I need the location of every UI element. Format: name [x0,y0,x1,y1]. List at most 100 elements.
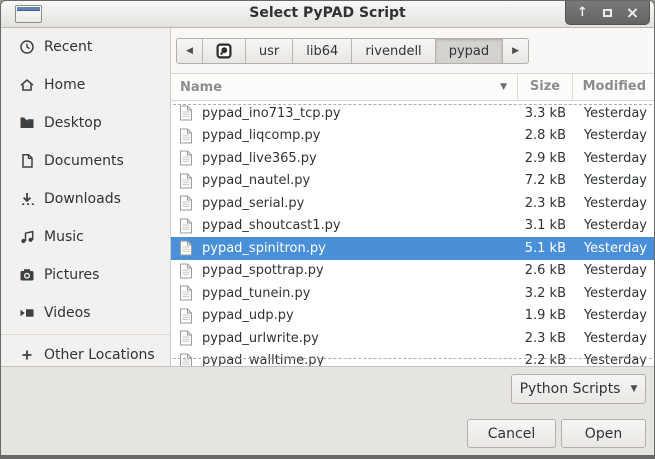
file-size: 1.9 kB [517,308,572,323]
file-size: 3.1 kB [517,218,572,233]
file-icon [179,285,193,301]
cancel-button[interactable]: Cancel [467,419,556,448]
column-header-modified[interactable]: Modified [572,74,654,100]
title-bar[interactable]: Select PyPAD Script ↑ × [1,1,654,28]
download-icon [19,191,36,208]
sidebar-item-other-locations[interactable]: Other Locations [1,336,170,366]
file-row[interactable]: pypad_spottrap.py2.6 kBYesterday [171,260,654,283]
file-row[interactable]: pypad_udp.py1.9 kBYesterday [171,305,654,328]
file-icon [179,128,193,144]
path-segment-filesystem[interactable] [203,39,246,63]
file-row[interactable]: pypad_shoutcast1.py3.1 kBYesterday [171,215,654,238]
file-modified: Yesterday [572,286,654,301]
path-segment-lib64[interactable]: lib64 [293,39,352,63]
path-segment-rivendell[interactable]: rivendell [352,39,435,63]
sidebar-item-home[interactable]: Home [1,66,170,104]
sidebar-item-pictures[interactable]: Pictures [1,256,170,294]
sidebar-item-music[interactable]: Music [1,218,170,256]
file-name-cell: pypad_serial.py [171,195,517,211]
file-name: pypad_live365.py [202,151,317,166]
column-header-name[interactable]: Name ▼ [171,80,517,95]
sidebar-item-label: Pictures [44,267,99,283]
path-segment-label: pypad [449,44,489,59]
file-row[interactable]: pypad_nautel.py 7.2 kBYesterday [171,170,654,193]
file-filter-label: Python Scripts [520,381,621,397]
file-name-cell: pypad_shoutcast1.py [171,218,517,234]
sidebar-separator [1,334,170,335]
sidebar-item-label: Desktop [44,115,102,131]
close-icon: × [626,3,639,22]
open-button[interactable]: Open [561,419,646,448]
path-segment-pypad[interactable]: pypad [436,39,503,63]
sidebar-item-desktop[interactable]: Desktop [1,104,170,142]
file-modified: Yesterday [572,106,654,121]
file-name-cell: pypad_tunein.py [171,285,517,301]
action-area: Python Scripts ▼ Cancel Open [1,366,654,455]
file-row[interactable]: pypad_serial.py 2.3 kBYesterday [171,192,654,215]
file-modified: Yesterday [572,331,654,346]
sidebar-item-documents[interactable]: Documents [1,142,170,180]
file-name: pypad_walltime.py [202,353,324,366]
file-icon [179,330,193,346]
other-locations-icon [19,347,36,364]
file-name: pypad_serial.py [202,196,304,211]
sidebar-item-videos[interactable]: Videos [1,294,170,332]
sidebar-item-label: Recent [44,39,92,55]
music-icon [19,229,36,246]
shade-button[interactable]: ↑ [570,2,595,24]
file-icon [179,218,193,234]
sidebar-item-recent[interactable]: Recent [1,28,170,66]
file-size: 3.3 kB [517,106,572,121]
path-back-button[interactable]: ◀ [177,39,203,63]
file-size: 2.6 kB [517,263,572,278]
file-icon [179,105,193,121]
file-name-cell: pypad_liqcomp.py [171,128,517,144]
file-name: pypad_spottrap.py [202,263,324,278]
column-header-size[interactable]: Size [517,74,572,100]
file-name: pypad_urlwrite.py [202,331,319,346]
list-header: Name ▼ Size Modified [171,73,654,101]
file-icon [179,195,193,211]
file-row[interactable]: pypad_tunein.py3.2 kBYesterday [171,282,654,305]
file-name: pypad_liqcomp.py [202,128,321,143]
file-icon [179,353,193,366]
file-icon [179,240,193,256]
file-filter-dropdown[interactable]: Python Scripts ▼ [511,374,646,404]
file-name: pypad_nautel.py [202,173,310,188]
file-size: 2.3 kB [517,331,572,346]
file-name-cell: pypad_walltime.py [171,353,517,366]
breadcrumb: ◀ usrlib64rivendell pypad ▶ [176,38,529,64]
close-button[interactable]: × [620,2,645,24]
file-row[interactable]: pypad_spinitron.py5.1 kBYesterday [171,237,654,260]
file-size: 7.2 kB [517,173,572,188]
path-forward-button[interactable]: ▶ [503,39,528,63]
file-row[interactable]: pypad_walltime.py2.2 kBYesterday [171,350,654,367]
sidebar-item-label: Downloads [44,191,121,207]
file-name: pypad_ino713_tcp.py [202,106,341,121]
chevron-right-icon: ▶ [512,46,519,56]
file-modified: Yesterday [572,173,654,188]
file-size: 2.3 kB [517,196,572,211]
sidebar-item-downloads[interactable]: Downloads [1,180,170,218]
clock-icon [19,39,36,56]
maximize-button[interactable] [595,2,620,24]
sidebar-item-label: Videos [44,305,91,321]
main-panel: ◀ usrlib64rivendell pypad ▶ Name ▼ Size Mod… [171,28,654,366]
window-title: Select PyPAD Script [1,5,654,21]
file-row[interactable]: pypad_live365.py2.9 kBYesterday [171,147,654,170]
file-name: pypad_udp.py [202,308,294,323]
file-row[interactable]: pypad_ino713_tcp.py 3.3 kBYesterday [171,102,654,125]
video-icon [19,305,36,322]
file-modified: Yesterday [572,196,654,211]
file-row[interactable]: pypad_liqcomp.py2.8 kBYesterday [171,125,654,148]
sidebar-item-label: Other Locations [44,347,155,363]
file-name-cell: pypad_nautel.py [171,173,517,189]
places-sidebar: Recent Home Desktop Documents Downloads Music… [1,28,171,366]
path-segment-usr[interactable]: usr [246,39,293,63]
file-row[interactable]: pypad_urlwrite.py 2.3 kBYesterday [171,327,654,350]
file-name-cell: pypad_spottrap.py [171,263,517,279]
file-icon [179,150,193,166]
file-name-cell: pypad_udp.py [171,308,517,324]
file-icon [179,173,193,189]
desktop-folder-icon [19,115,36,132]
